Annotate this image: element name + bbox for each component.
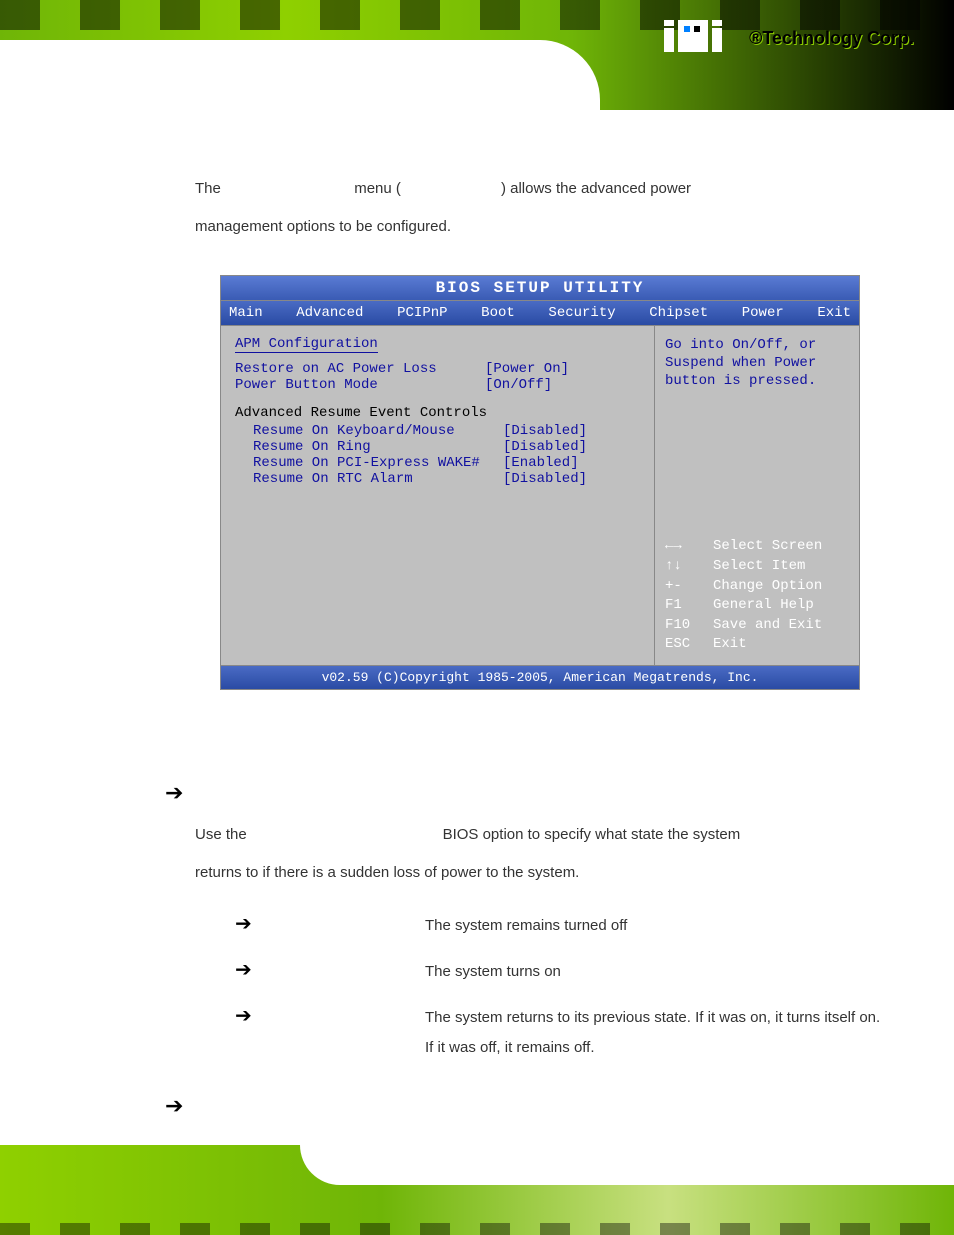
bios-tab: Advanced (296, 305, 363, 321)
bios-tab: Main (229, 305, 263, 321)
bios-tab: Boot (481, 305, 515, 321)
bios-row: Power Button Mode [On/Off] (235, 377, 640, 393)
intro-text: menu ( (354, 180, 401, 197)
list-item: ➔ The system turns on (195, 957, 885, 987)
key-row: ESCExit (665, 635, 849, 655)
bios-tab: Exit (817, 305, 851, 321)
text: Use the (195, 826, 247, 843)
arrow-icon: ➔ (165, 780, 885, 806)
bios-row: Resume On RTC Alarm [Disabled] (235, 471, 640, 487)
bios-title: BIOS SETUP UTILITY (220, 275, 860, 301)
bios-help-text: Go into On/Off, or Suspend when Power bu… (665, 336, 849, 391)
bios-row-label: Resume On Keyboard/Mouse (253, 423, 503, 439)
key-row: +-Change Option (665, 577, 849, 597)
bios-row-value: [Enabled] (503, 455, 579, 471)
bios-row-value: [Disabled] (503, 471, 587, 487)
bios-row-value: [On/Off] (485, 377, 552, 393)
bios-subheading: Advanced Resume Event Controls (235, 405, 640, 421)
list-item: ➔ The system remains turned off (195, 911, 885, 941)
registered-mark: ® (749, 28, 762, 48)
bios-tab-bar: Main Advanced PCIPnP Boot Security Chips… (220, 301, 860, 326)
text: returns to if there is a sudden loss of … (195, 864, 579, 881)
bios-row-value: [Disabled] (503, 423, 587, 439)
option-list: ➔ The system remains turned off ➔ The sy… (195, 911, 885, 1063)
bios-tab: Power (742, 305, 784, 321)
bios-row-label: Power Button Mode (235, 377, 485, 393)
intro-paragraph: The menu ( ) allows the advanced power m… (195, 170, 885, 245)
bios-key-legend: ←→Select Screen ↑↓Select Item +-Change O… (665, 537, 849, 655)
bios-row: Restore on AC Power Loss [Power On] (235, 361, 640, 377)
key-row: F1General Help (665, 596, 849, 616)
key-row: ←→Select Screen (665, 537, 849, 557)
option-paragraph: Use the BIOS option to specify what stat… (195, 816, 885, 891)
brand-text: ®Technology Corp. (749, 28, 914, 49)
bios-row-label: Resume On RTC Alarm (253, 471, 503, 487)
option-description: The system returns to its previous state… (235, 1003, 885, 1063)
bios-row-value: [Disabled] (503, 439, 587, 455)
bios-section-title: APM Configuration (235, 336, 378, 353)
key-row: F10Save and Exit (665, 616, 849, 636)
bios-row-label: Resume On PCI-Express WAKE# (253, 455, 503, 471)
option-section: ➔ Use the BIOS option to specify what st… (195, 780, 885, 1119)
option-description: The system remains turned off (235, 911, 885, 941)
bios-row: Resume On Ring [Disabled] (235, 439, 640, 455)
intro-text: management options to be configured. (195, 218, 451, 235)
bios-row-label: Resume On Ring (253, 439, 503, 455)
bios-left-panel: APM Configuration Restore on AC Power Lo… (221, 326, 654, 665)
page-content: The menu ( ) allows the advanced power m… (195, 170, 885, 1119)
bios-right-panel: Go into On/Off, or Suspend when Power bu… (654, 326, 859, 665)
header-banner: ®Technology Corp. (0, 0, 954, 110)
bios-row: Resume On PCI-Express WAKE# [Enabled] (235, 455, 640, 471)
arrow-icon: ➔ (165, 1093, 885, 1119)
bios-tab: Security (548, 305, 615, 321)
arrow-icon: ➔ (195, 911, 235, 936)
option-description: The system turns on (235, 957, 885, 987)
bios-tab: PCIPnP (397, 305, 447, 321)
text: BIOS option to specify what state the sy… (443, 826, 741, 843)
list-item: ➔ The system returns to its previous sta… (195, 1003, 885, 1063)
bios-body: APM Configuration Restore on AC Power Lo… (220, 326, 860, 666)
bios-row-value: [Power On] (485, 361, 569, 377)
key-row: ↑↓Select Item (665, 557, 849, 577)
arrow-icon: ➔ (195, 957, 235, 982)
bios-row: Resume On Keyboard/Mouse [Disabled] (235, 423, 640, 439)
bios-tab: Chipset (649, 305, 708, 321)
footer-banner (0, 1145, 954, 1235)
intro-text: ) allows the advanced power (501, 180, 691, 197)
arrow-icon: ➔ (195, 1003, 235, 1028)
bios-screenshot: BIOS SETUP UTILITY Main Advanced PCIPnP … (220, 275, 860, 690)
bios-footer: v02.59 (C)Copyright 1985-2005, American … (220, 666, 860, 690)
intro-text: The (195, 180, 221, 197)
bios-row-label: Restore on AC Power Loss (235, 361, 485, 377)
brand-logo-icon (664, 20, 724, 65)
